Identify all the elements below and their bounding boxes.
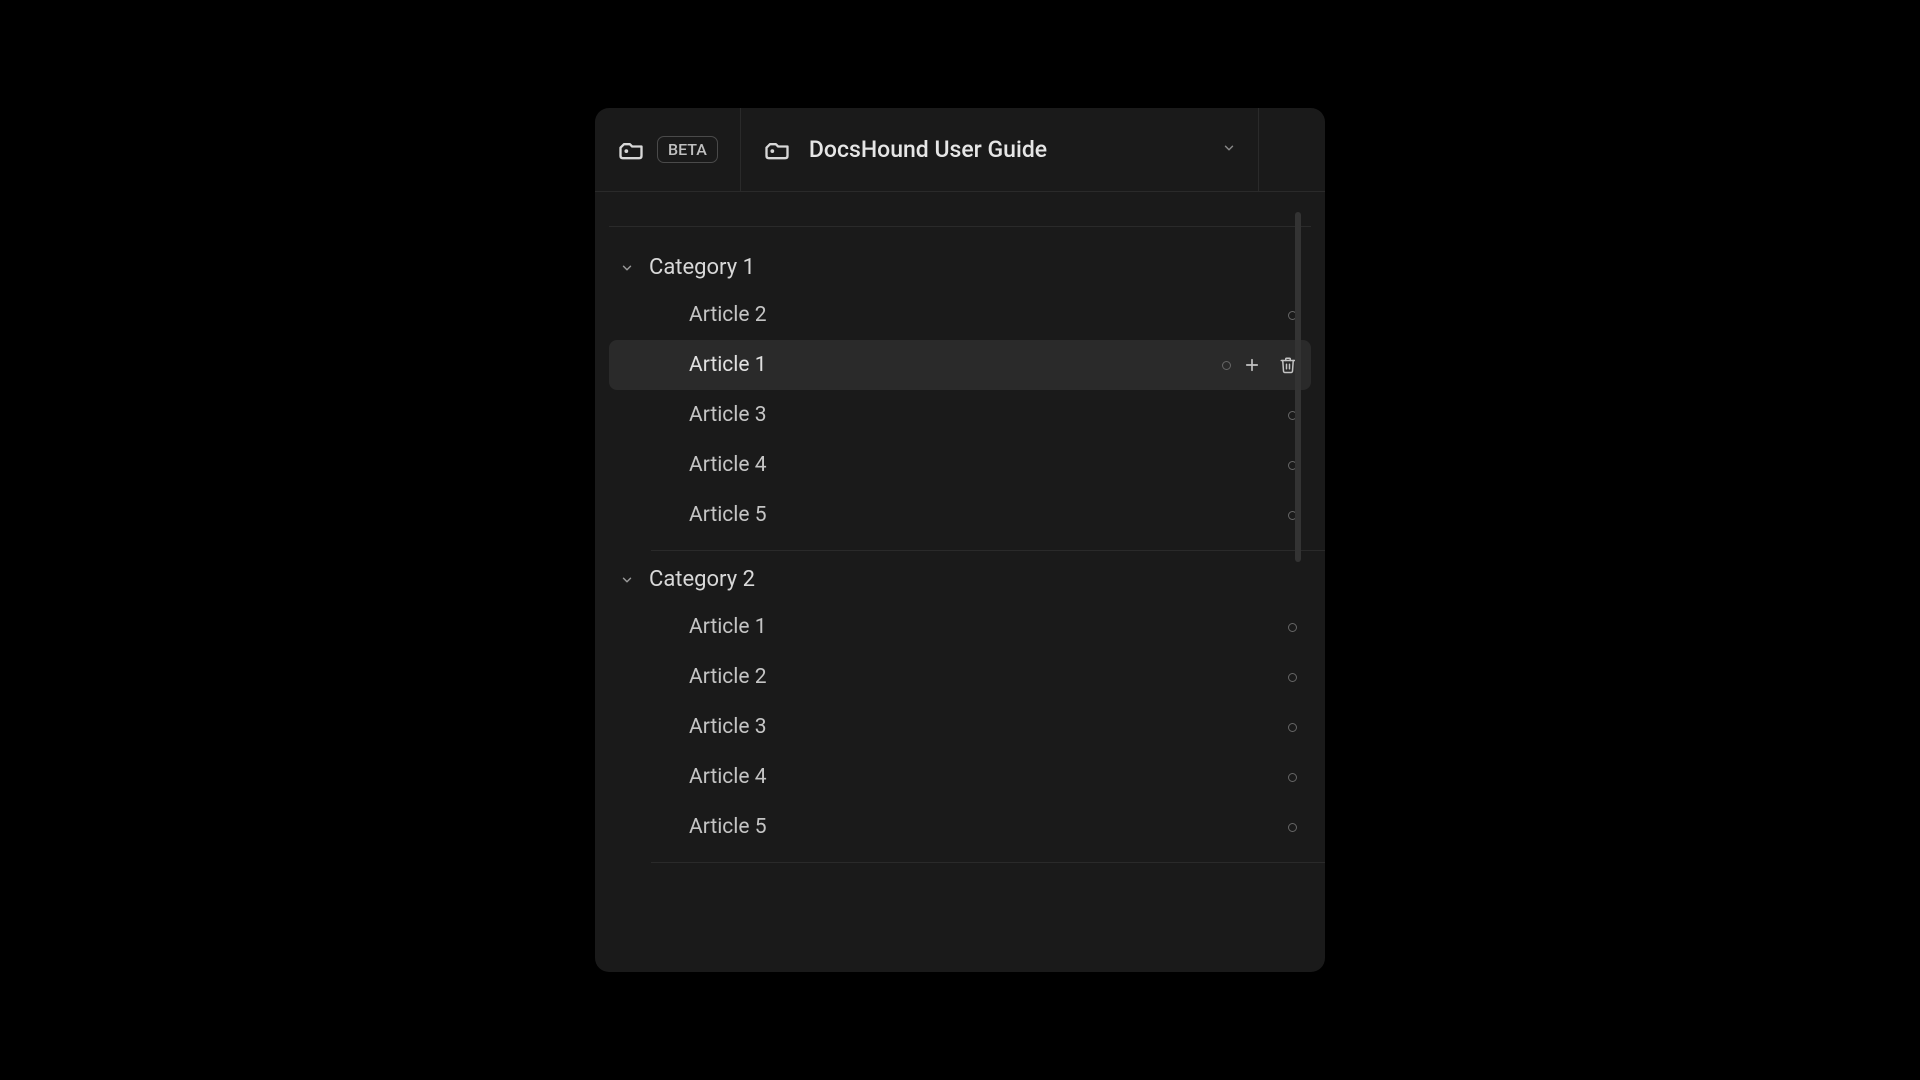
- article-row[interactable]: Article 5: [595, 490, 1325, 540]
- article-list: Article 2 Article 1: [595, 290, 1325, 540]
- article-row[interactable]: Article 2: [595, 652, 1325, 702]
- article-title: Article 5: [689, 815, 1274, 839]
- header-spacer: [1259, 108, 1325, 191]
- status-dot-icon: [1288, 623, 1297, 632]
- status-dot-icon: [1222, 361, 1231, 370]
- scrollbar[interactable]: [1295, 212, 1301, 562]
- divider: [651, 862, 1325, 863]
- chevron-down-icon[interactable]: [1222, 140, 1236, 159]
- category-title: Category 2: [649, 567, 755, 592]
- category-header[interactable]: Category 1: [595, 245, 1325, 290]
- article-title: Article 3: [689, 403, 1274, 427]
- article-title: Article 2: [689, 303, 1274, 327]
- article-title: Article 1: [689, 353, 1208, 377]
- article-row[interactable]: Article 2: [595, 290, 1325, 340]
- header-right[interactable]: DocsHound User Guide: [741, 108, 1259, 191]
- category-block: Category 1 Article 2 Article 1: [595, 227, 1325, 551]
- status-dot-icon: [1288, 773, 1297, 782]
- chevron-down-icon: [619, 260, 635, 276]
- status-dot-icon: [1288, 723, 1297, 732]
- category-title: Category 1: [649, 255, 755, 280]
- status-dot-icon: [1288, 673, 1297, 682]
- add-icon[interactable]: [1243, 356, 1261, 374]
- doc-title: DocsHound User Guide: [809, 136, 1204, 163]
- beta-badge: BETA: [657, 136, 718, 163]
- status-dot-icon: [1288, 823, 1297, 832]
- row-actions: [1243, 356, 1297, 374]
- article-row[interactable]: Article 1: [595, 602, 1325, 652]
- category-header[interactable]: Category 2: [595, 557, 1325, 602]
- category-block: Category 2 Article 1 Article 2: [595, 551, 1325, 863]
- chevron-down-icon: [619, 572, 635, 588]
- scroll-area: Category 1 Article 2 Article 1: [595, 192, 1325, 972]
- docshound-logo-icon: [617, 136, 645, 164]
- article-row[interactable]: Article 1: [609, 340, 1311, 390]
- article-title: Article 5: [689, 503, 1274, 527]
- sidebar-content: Category 1 Article 2 Article 1: [595, 192, 1325, 972]
- article-row[interactable]: Article 5: [595, 802, 1325, 852]
- article-title: Article 4: [689, 453, 1274, 477]
- article-row[interactable]: Article 4: [595, 440, 1325, 490]
- article-title: Article 4: [689, 765, 1274, 789]
- header-left: BETA: [595, 108, 741, 191]
- header: BETA DocsHound User Guide: [595, 108, 1325, 192]
- article-title: Article 3: [689, 715, 1274, 739]
- doc-logo-icon: [763, 136, 791, 164]
- app-window: BETA DocsHound User Guide: [595, 108, 1325, 972]
- article-row[interactable]: Article 3: [595, 390, 1325, 440]
- article-row[interactable]: Article 3: [595, 702, 1325, 752]
- article-list: Article 1 Article 2 Article 3: [595, 602, 1325, 852]
- article-title: Article 2: [689, 665, 1274, 689]
- article-row[interactable]: Article 4: [595, 752, 1325, 802]
- article-title: Article 1: [689, 615, 1274, 639]
